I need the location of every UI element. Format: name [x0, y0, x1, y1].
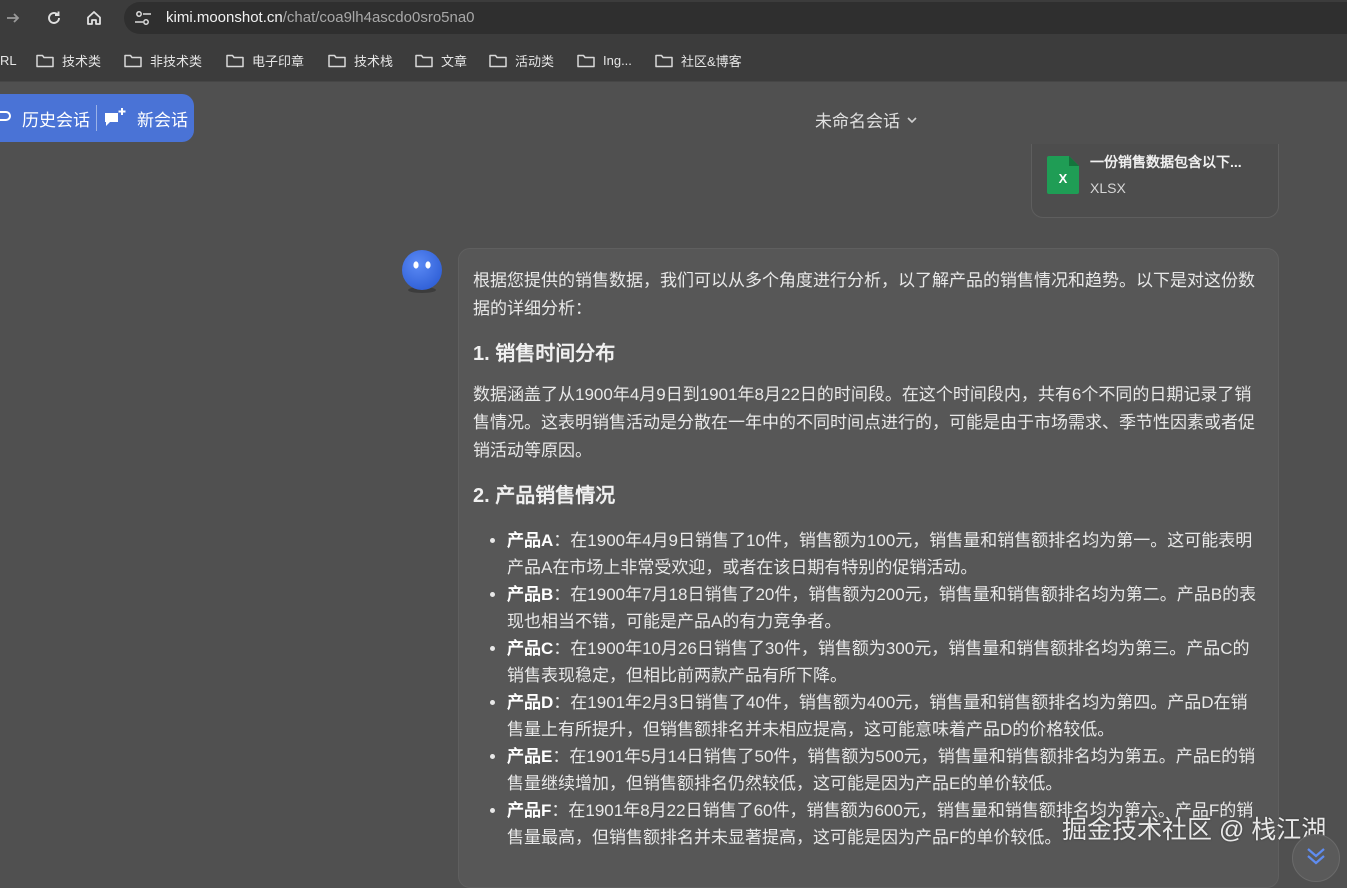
- browser-toolbar: kimi.moonshot.cn/chat/coa9lh4ascdo0sro5n…: [0, 0, 1347, 37]
- list-item: 产品E：在1901年5月14日销售了50件，销售额为500元，销售量和销售额排名…: [507, 743, 1264, 797]
- watermark: 掘金技术社区 @ 栈江湖: [1062, 816, 1327, 844]
- section-body: 数据涵盖了从1900年4月9日到1901年8月22日的时间段。在这个时间段内，共…: [473, 385, 1255, 460]
- product-text: ：在1900年10月26日销售了30件，销售额为300元，销售量和销售额排名均为…: [507, 639, 1250, 685]
- folder-icon: [36, 54, 54, 67]
- product-text: ：在1901年2月3日销售了40件，销售额为400元，销售量和销售额排名均为第四…: [507, 693, 1248, 739]
- excel-file-icon: X: [1047, 156, 1079, 194]
- folder-icon: [655, 54, 673, 67]
- product-text: ：在1901年5月14日销售了50件，销售额为500元，销售量和销售额排名均为第…: [507, 747, 1256, 793]
- product-text: ：在1900年4月9日销售了10件，销售额为100元，销售量和销售额排名均为第一…: [507, 531, 1253, 577]
- site-settings-icon[interactable]: [134, 10, 152, 26]
- product-list: 产品A：在1900年4月9日销售了10件，销售额为100元，销售量和销售额排名均…: [473, 527, 1264, 851]
- bookmark-label: Ing...: [603, 52, 632, 68]
- bookmark-label: 技术类: [62, 53, 102, 69]
- bookmark-folder[interactable]: Ing...: [577, 51, 632, 69]
- excel-letter: X: [1059, 171, 1068, 186]
- url-path: /chat/coa9lh4ascdo0sro5na0: [282, 9, 475, 26]
- new-chat-label: 新会话: [137, 110, 188, 130]
- product-name: 产品B: [507, 585, 554, 604]
- folder-icon: [226, 54, 244, 67]
- new-chat-icon: [105, 108, 126, 126]
- list-item: 产品C：在1900年10月26日销售了30件，销售额为300元，销售量和销售额排…: [507, 635, 1264, 689]
- bookmark-rl[interactable]: RL: [0, 51, 17, 69]
- bookmark-label: 技术栈: [354, 53, 394, 69]
- url-host: kimi.moonshot.cn: [166, 9, 283, 26]
- product-name: 产品E: [507, 747, 553, 766]
- new-chat-button[interactable]: 新会话: [103, 94, 188, 142]
- product-name: 产品C: [507, 639, 554, 658]
- folder-icon: [124, 54, 142, 67]
- bookmark-label: 非技术类: [150, 53, 203, 69]
- history-icon: [0, 111, 11, 121]
- home-icon[interactable]: [82, 7, 106, 29]
- attachment-type: XLSX: [1090, 180, 1126, 196]
- product-name: 产品D: [507, 693, 554, 712]
- list-item: 产品A：在1900年4月9日销售了10件，销售额为100元，销售量和销售额排名均…: [507, 527, 1264, 581]
- bookmark-folder[interactable]: 社区&博客: [655, 51, 742, 69]
- attachment-card[interactable]: X 一份销售数据包含以下... XLSX: [1031, 144, 1279, 218]
- bookmark-label: 活动类: [515, 53, 555, 69]
- history-label: 历史会话: [22, 110, 90, 130]
- bookmark-folder[interactable]: 非技术类: [124, 51, 202, 69]
- folder-icon: [577, 54, 595, 67]
- answer-intro: 根据您提供的销售数据，我们可以从多个角度进行分析，以了解产品的销售情况和趋势。以…: [473, 271, 1255, 318]
- product-name: 产品F: [507, 801, 552, 820]
- bookmark-folder[interactable]: 活动类: [489, 51, 554, 69]
- forward-icon[interactable]: [1, 7, 25, 29]
- bookmark-folder[interactable]: 文章: [415, 51, 467, 69]
- list-item: 产品D：在1901年2月3日销售了40件，销售额为400元，销售量和销售额排名均…: [507, 689, 1264, 743]
- list-item: 产品B：在1900年7月18日销售了20件，销售额为200元，销售量和销售额排名…: [507, 581, 1264, 635]
- section-heading: 2. 产品销售情况: [473, 485, 616, 507]
- assistant-message: 根据您提供的销售数据，我们可以从多个角度进行分析，以了解产品的销售情况和趋势。以…: [458, 248, 1279, 888]
- chevron-down-icon: [907, 116, 917, 123]
- url-text[interactable]: kimi.moonshot.cn/chat/coa9lh4ascdo0sro5n…: [166, 9, 475, 26]
- pill-divider: [96, 105, 97, 131]
- scroll-to-bottom-button[interactable]: [1292, 834, 1340, 882]
- folder-icon: [415, 54, 433, 67]
- bookmark-label: RL: [0, 52, 17, 68]
- product-name: 产品A: [507, 531, 554, 550]
- bookmark-label: 文章: [441, 53, 468, 69]
- attachment-name: 一份销售数据包含以下...: [1090, 154, 1242, 170]
- section-heading: 1. 销售时间分布: [473, 343, 616, 365]
- product-text: ：在1900年7月18日销售了20件，销售额为200元，销售量和销售额排名均为第…: [507, 585, 1257, 631]
- bookmarks-bar: RL 技术类 非技术类 电子印章 技术栈 文章 活动类 Ing... 社区&博客: [0, 37, 1347, 82]
- assistant-avatar: [402, 250, 442, 293]
- conversation-title[interactable]: 未命名会话: [815, 107, 918, 132]
- chat-actions-pill: 历史会话 新会话: [0, 94, 194, 142]
- history-button[interactable]: 历史会话: [0, 94, 90, 142]
- conversation-title-text: 未命名会话: [815, 112, 900, 131]
- chat-area: 历史会话 新会话 未命名会话 X 一份销售数据包含以下... XLSX 根据您提…: [0, 82, 1347, 888]
- bookmark-folder[interactable]: 技术栈: [328, 51, 393, 69]
- folder-icon: [328, 54, 346, 67]
- bookmark-folder[interactable]: 技术类: [36, 51, 101, 69]
- double-chevron-down-icon: [1307, 848, 1325, 865]
- reload-icon[interactable]: [42, 7, 66, 29]
- address-bar[interactable]: kimi.moonshot.cn/chat/coa9lh4ascdo0sro5n…: [124, 2, 1347, 34]
- bookmark-folder[interactable]: 电子印章: [226, 51, 304, 69]
- bookmark-label: 电子印章: [252, 53, 305, 69]
- bookmark-label: 社区&博客: [681, 53, 742, 69]
- folder-icon: [489, 54, 507, 67]
